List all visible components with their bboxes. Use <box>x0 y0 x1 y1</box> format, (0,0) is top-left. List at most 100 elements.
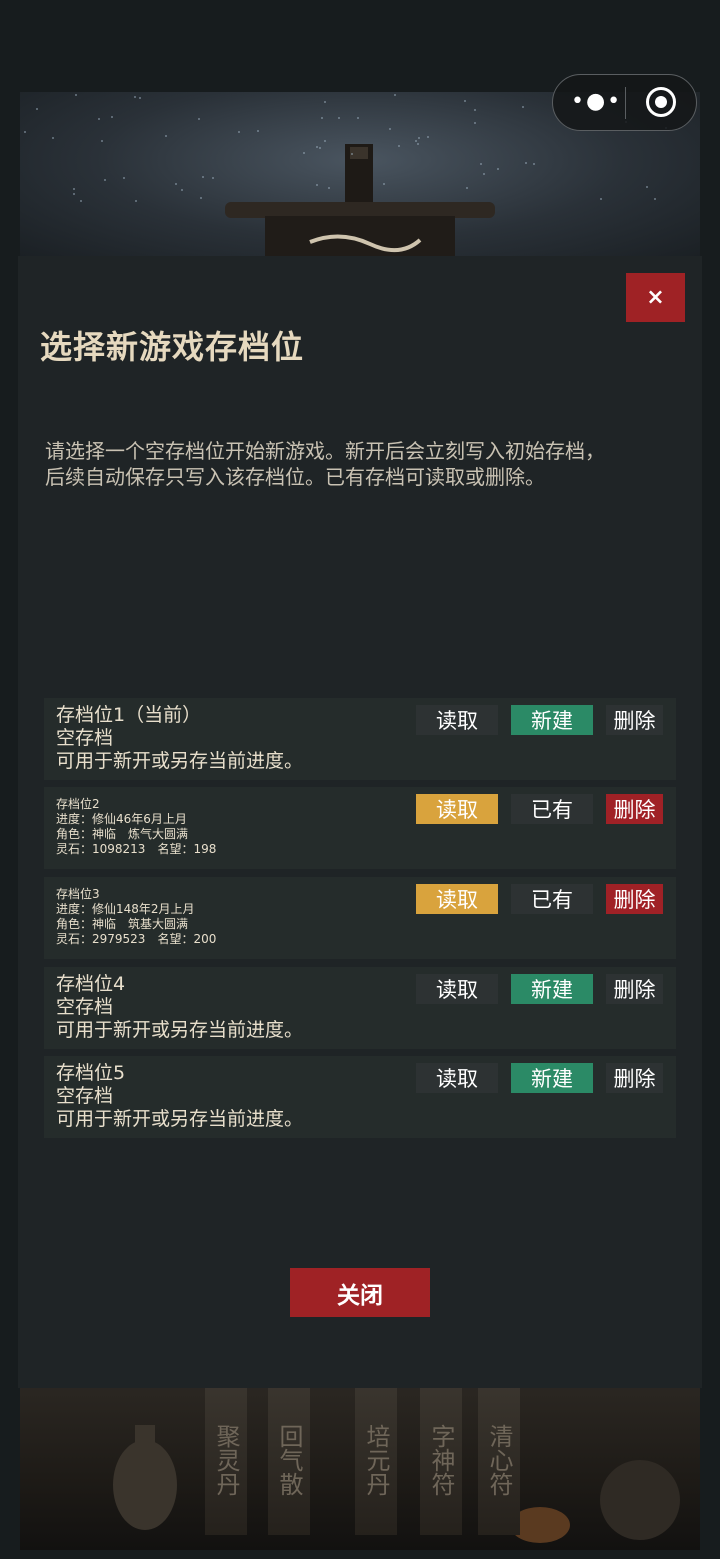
slot-title: 存档位4 <box>56 973 126 995</box>
more-menu-icon[interactable]: •●• <box>571 91 620 113</box>
slot-progress: 进度：修仙148年2月上月 <box>56 902 195 916</box>
star-dot <box>36 108 38 110</box>
save-slot-1: 存档位1（当前） 空存档 可用于新开或另存当前进度。 读取 新建 删除 <box>44 698 676 780</box>
star-dot <box>324 140 326 142</box>
star-dot <box>257 130 259 132</box>
star-dot <box>383 183 385 185</box>
slot-status: 空存档 <box>56 727 114 749</box>
slot-character: 角色：神临 筑基大圆满 <box>56 917 189 931</box>
save-slot-5: 存档位5 空存档 可用于新开或另存当前进度。 读取 新建 删除 <box>44 1056 676 1138</box>
slot-info: 存档位4 空存档 可用于新开或另存当前进度。 <box>56 973 303 1042</box>
star-dot <box>134 96 136 98</box>
read-button[interactable]: 读取 <box>416 705 498 735</box>
star-dot <box>522 106 524 108</box>
star-dot <box>212 177 214 179</box>
save-slot-4: 存档位4 空存档 可用于新开或另存当前进度。 读取 新建 删除 <box>44 967 676 1049</box>
star-dot <box>319 147 321 149</box>
star-dot <box>238 131 240 133</box>
star-dot <box>389 128 391 130</box>
new-button[interactable]: 新建 <box>511 974 593 1004</box>
description-line: 后续自动保存只写入该存档位。已有存档可读取或删除。 <box>45 465 545 489</box>
delete-button[interactable]: 删除 <box>606 884 663 914</box>
dialog-description: 请选择一个空存档位开始新游戏。新开后会立刻写入初始存档， 后续自动保存只写入该存… <box>45 438 675 490</box>
star-dot <box>198 118 200 120</box>
star-dot <box>98 118 100 120</box>
delete-button[interactable]: 删除 <box>606 1063 663 1093</box>
star-dot <box>497 168 499 170</box>
close-miniprogram-icon[interactable] <box>646 87 676 117</box>
scroll-tag: 清心符 <box>478 1385 520 1535</box>
close-icon[interactable]: × <box>626 273 685 322</box>
slot-resources: 灵石：2979523 名望：200 <box>56 932 217 946</box>
star-dot <box>80 200 82 202</box>
star-dot <box>52 137 54 139</box>
star-dot <box>316 146 318 148</box>
star-dot <box>104 179 106 181</box>
scroll-tag: 回气散 <box>268 1385 310 1535</box>
star-dot <box>525 162 527 164</box>
slot-info: 存档位3 进度：修仙148年2月上月 角色：神临 筑基大圆满 灵石：297952… <box>56 887 216 947</box>
star-dot <box>200 197 202 199</box>
scroll-tag: 字神符 <box>420 1385 462 1535</box>
star-dot <box>123 177 125 179</box>
slot-character: 角色：神临 炼气大圆满 <box>56 827 189 841</box>
star-dot <box>75 94 77 96</box>
star-dot <box>73 193 75 195</box>
scroll-tag: 聚灵丹 <box>205 1385 247 1535</box>
star-dot <box>654 198 656 200</box>
scroll-tag: 培元丹 <box>355 1385 397 1535</box>
slot-hint: 可用于新开或另存当前进度。 <box>56 1108 304 1130</box>
star-dot <box>418 137 420 139</box>
mini-program-capsule: •●• <box>552 74 697 131</box>
save-slot-dialog: × 选择新游戏存档位 请选择一个空存档位开始新游戏。新开后会立刻写入初始存档， … <box>18 256 702 1388</box>
star-dot <box>480 163 482 165</box>
star-dot <box>139 97 141 99</box>
delete-button[interactable]: 删除 <box>606 974 663 1004</box>
save-slot-2: 存档位2 进度：修仙46年6月上月 角色：神临 炼气大圆满 灵石：1098213… <box>44 787 676 869</box>
slot-progress: 进度：修仙46年6月上月 <box>56 812 187 826</box>
dialog-title: 选择新游戏存档位 <box>40 328 305 366</box>
capsule-divider <box>625 87 626 119</box>
star-dot <box>181 189 183 191</box>
existing-button[interactable]: 已有 <box>511 794 593 824</box>
star-dot <box>483 173 485 175</box>
star-dot <box>111 116 113 118</box>
star-dot <box>101 140 103 142</box>
star-dot <box>398 145 400 147</box>
star-dot <box>600 198 602 200</box>
star-dot <box>417 143 419 145</box>
star-dot <box>324 101 326 103</box>
star-dot <box>466 187 468 189</box>
star-dot <box>533 163 535 165</box>
delete-button[interactable]: 删除 <box>606 794 663 824</box>
star-dot <box>303 152 305 154</box>
slot-info: 存档位2 进度：修仙46年6月上月 角色：神临 炼气大圆满 灵石：1098213… <box>56 797 216 857</box>
read-button[interactable]: 读取 <box>416 974 498 1004</box>
slot-hint: 可用于新开或另存当前进度。 <box>56 750 304 772</box>
new-button[interactable]: 新建 <box>511 705 593 735</box>
star-dot <box>316 184 318 186</box>
star-dot <box>135 200 137 202</box>
delete-button[interactable]: 删除 <box>606 705 663 735</box>
star-dot <box>24 131 26 133</box>
existing-button[interactable]: 已有 <box>511 884 593 914</box>
description-line: 请选择一个空存档位开始新游戏。新开后会立刻写入初始存档， <box>45 439 605 463</box>
background-alchemy-shelf: 聚灵丹 回气散 培元丹 字神符 清心符 <box>20 1385 700 1550</box>
star-dot <box>321 117 323 119</box>
close-button[interactable]: 关闭 <box>290 1268 430 1317</box>
slot-title: 存档位2 <box>56 797 100 811</box>
slot-title: 存档位3 <box>56 887 100 901</box>
read-button[interactable]: 读取 <box>416 884 498 914</box>
slot-info: 存档位1（当前） 空存档 可用于新开或另存当前进度。 <box>56 704 303 773</box>
slot-title: 存档位5 <box>56 1062 126 1084</box>
read-button[interactable]: 读取 <box>416 794 498 824</box>
star-dot <box>474 122 476 124</box>
star-dot <box>165 135 167 137</box>
star-dot <box>202 176 204 178</box>
new-button[interactable]: 新建 <box>511 1063 593 1093</box>
read-button[interactable]: 读取 <box>416 1063 498 1093</box>
star-dot <box>646 186 648 188</box>
slot-title: 存档位1（当前） <box>56 704 202 726</box>
slot-info: 存档位5 空存档 可用于新开或另存当前进度。 <box>56 1062 303 1131</box>
slot-status: 空存档 <box>56 1085 114 1107</box>
